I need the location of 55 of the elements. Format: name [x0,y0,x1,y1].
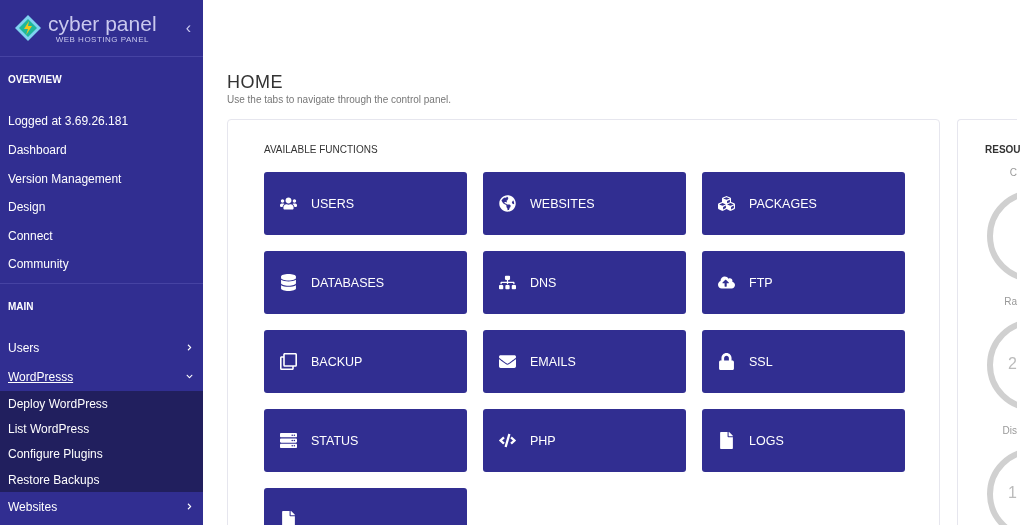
sidebar-item[interactable]: Community [0,250,203,279]
sidebar-item[interactable]: Design [0,192,203,222]
file-icon [280,511,297,525]
function-tile[interactable]: LOGS [702,409,905,472]
gauge-label: Dis [1001,425,1017,436]
function-tile[interactable]: DATABASES [264,251,467,314]
function-tile[interactable]: BACKUP [264,330,467,393]
gauge-label: C [1008,167,1017,178]
chevron-right-icon [186,344,193,352]
gauge-value: 2 [1008,355,1017,373]
section-title: MAIN [7,299,35,314]
submenu-item[interactable]: Restore Backups [0,467,203,493]
sidebar-item[interactable]: Connect [0,221,203,251]
file-icon [718,432,735,449]
function-tile[interactable]: SSL [702,330,905,393]
envelope-icon [499,353,516,370]
cubes-icon [718,195,735,212]
sidebar-item[interactable]: Logged at 3.69.26.181 [0,107,203,136]
function-tile[interactable]: PACKAGES [702,172,905,235]
sidebar-item[interactable]: WordPresss [0,362,203,391]
sitemap-icon [499,274,516,291]
lock-icon [718,353,735,370]
collapse-button[interactable]: ‹ [185,19,191,38]
chevron-right-icon [186,503,193,511]
logo-icon [14,14,42,43]
function-tile[interactable]: PHP [483,409,686,472]
function-tile[interactable]: STATUS [264,409,467,472]
sidebar-item[interactable]: Dashboard [0,135,203,165]
sidebar-item[interactable]: Version Management [0,164,203,193]
submenu-item[interactable]: Configure Plugins [0,441,203,467]
gauge-value: 1 [1008,484,1017,502]
gauge-label: Ra [1003,296,1017,307]
page-title: HOME [227,72,284,93]
sidebar-item[interactable]: Users [0,333,203,363]
chevron-down-icon [186,373,193,381]
globe-icon [499,195,516,212]
brand-name: cyber panel [48,12,157,35]
copy-icon [280,353,297,370]
submenu-item[interactable]: Deploy WordPress [0,390,203,417]
function-tile[interactable]: WEBSITES [483,172,686,235]
code-icon [499,432,516,449]
submenu-item[interactable]: List WordPress [0,416,203,442]
page-subtitle: Use the tabs to navigate through the control panel. [227,94,453,105]
sidebar-item[interactable]: Websites [0,492,203,521]
users-icon [280,195,297,212]
cloud-upload-icon [718,274,735,291]
database-icon [280,274,297,291]
card-title: AVAILABLE FUNCTIONS [264,144,379,155]
section-title: OVERVIEW [7,73,63,88]
server-icon [280,432,297,449]
function-tile[interactable]: USERS [264,172,467,235]
brand-tagline: WEB HOSTING PANEL [55,34,149,44]
function-tile[interactable]: FTP [702,251,905,314]
function-tile[interactable]: DNS [483,251,686,314]
function-tile[interactable]: EMAILS [483,330,686,393]
